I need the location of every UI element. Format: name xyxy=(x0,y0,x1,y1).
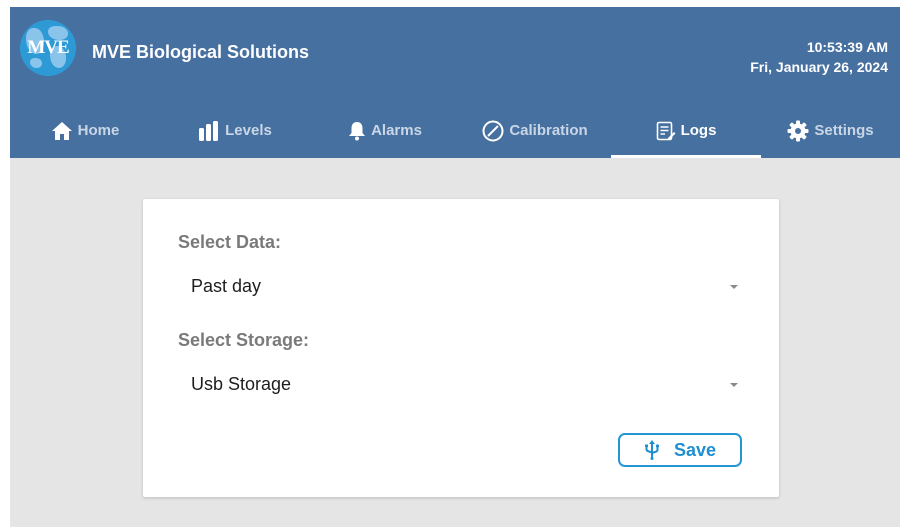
clock-date: Fri, January 26, 2024 xyxy=(750,59,888,75)
app-frame: MVE MVE Biological Solutions 10:53:39 AM… xyxy=(10,7,900,527)
compass-icon xyxy=(482,120,504,142)
tab-alarms-label: Alarms xyxy=(371,122,422,139)
levels-bars-icon xyxy=(198,120,220,141)
tab-logs-label: Logs xyxy=(680,122,717,139)
usb-icon xyxy=(644,440,660,460)
tab-home[interactable]: Home xyxy=(10,103,160,158)
log-document-icon xyxy=(656,121,676,141)
active-tab-indicator xyxy=(611,155,761,158)
dropdown-arrow-icon xyxy=(730,383,738,387)
app-title: MVE Biological Solutions xyxy=(92,42,310,62)
select-data-dropdown[interactable]: Past day xyxy=(178,267,746,307)
save-button-label: Save xyxy=(673,439,717,460)
tab-settings[interactable]: Settings xyxy=(761,103,900,158)
header: MVE MVE Biological Solutions 10:53:39 AM… xyxy=(10,7,900,158)
tab-alarms[interactable]: Alarms xyxy=(310,103,460,158)
clock-time: 10:53:39 AM xyxy=(806,39,888,55)
select-data-label: Select Data: xyxy=(178,232,282,252)
home-icon xyxy=(51,121,73,141)
bell-icon xyxy=(348,121,366,141)
logo-text: MVE xyxy=(27,37,69,58)
gear-icon xyxy=(787,120,809,142)
select-storage-dropdown[interactable]: Usb Storage xyxy=(178,365,746,405)
dropdown-arrow-icon xyxy=(730,285,738,289)
tab-home-label: Home xyxy=(77,122,120,139)
tab-calibration[interactable]: Calibration xyxy=(460,103,610,158)
log-export-card: Select Data: Past day Select Storage: Us… xyxy=(143,199,779,497)
select-storage-label: Select Storage: xyxy=(178,330,310,350)
save-button[interactable]: Save xyxy=(618,433,742,467)
tab-levels-label: Levels xyxy=(225,122,272,139)
mve-logo: MVE xyxy=(20,20,76,76)
clock: 10:53:39 AM Fri, January 26, 2024 xyxy=(750,37,888,77)
select-data-value: Past day xyxy=(191,276,262,296)
tab-logs[interactable]: Logs xyxy=(611,103,761,158)
tab-levels[interactable]: Levels xyxy=(160,103,310,158)
tab-calibration-label: Calibration xyxy=(509,122,588,139)
tab-bar: Home Levels Alarms Calibration Logs Sett… xyxy=(10,103,900,158)
tab-settings-label: Settings xyxy=(814,122,874,139)
select-storage-value: Usb Storage xyxy=(191,374,292,394)
